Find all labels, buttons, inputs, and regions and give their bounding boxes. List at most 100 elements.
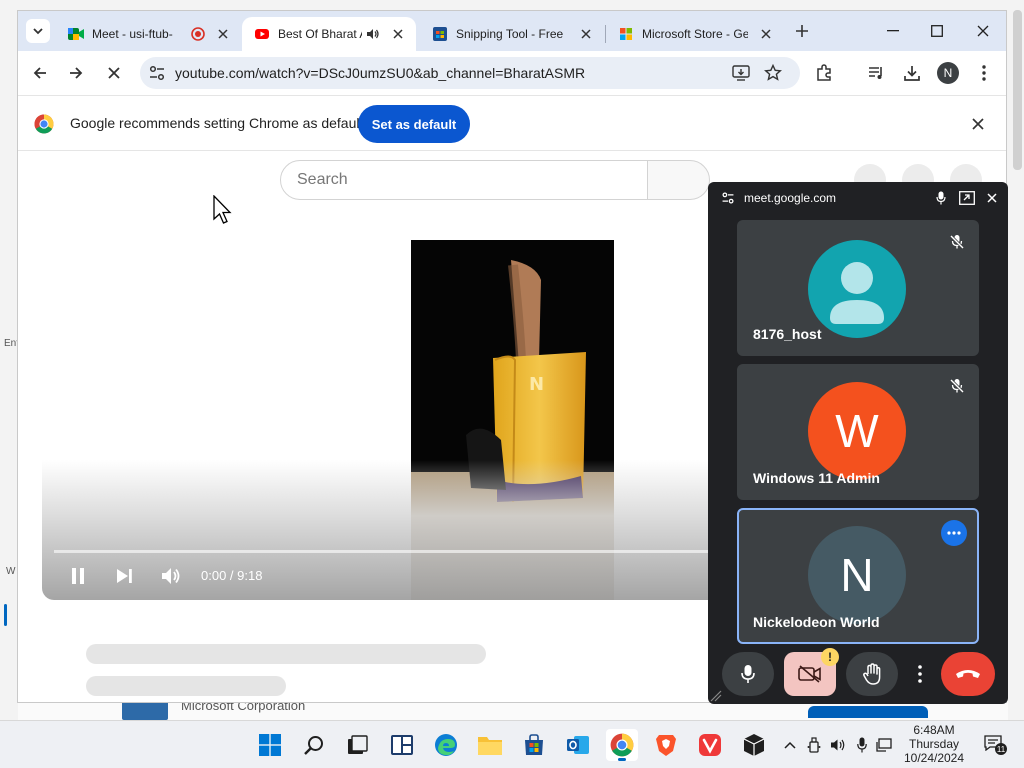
arrow-left-icon [33, 67, 46, 79]
chrome-logo-icon [34, 114, 54, 134]
bookmark-star-icon[interactable] [764, 64, 782, 82]
speaker-icon[interactable] [366, 27, 380, 41]
chrome-menu-button[interactable] [970, 59, 998, 87]
close-window-button[interactable] [968, 19, 998, 43]
start-button[interactable] [254, 729, 286, 761]
tab-meet[interactable]: Meet - usi-ftub- [56, 17, 241, 51]
end-call-button[interactable] [941, 652, 995, 696]
outlook-button[interactable] [562, 729, 594, 761]
minimize-icon [887, 30, 899, 32]
widgets-button[interactable] [386, 729, 418, 761]
tab-search-button[interactable] [26, 19, 50, 43]
close-tab-button[interactable] [576, 24, 596, 44]
tab-microsoft-store[interactable]: Microsoft Store - Ge [606, 17, 784, 51]
puzzle-icon [817, 64, 831, 81]
profile-avatar: N [937, 62, 959, 84]
volume-button[interactable] [157, 562, 185, 590]
file-explorer-button[interactable] [474, 729, 506, 761]
close-icon[interactable] [984, 190, 1000, 206]
extensions-button[interactable] [810, 59, 838, 87]
chevron-up-icon[interactable] [782, 737, 798, 753]
close-icon [977, 25, 989, 37]
resize-handle-icon[interactable] [710, 690, 722, 702]
install-app-icon[interactable] [732, 64, 750, 82]
search-button[interactable] [647, 160, 710, 200]
svg-text:N: N [529, 374, 544, 395]
video-player[interactable]: N 0:00 / 9:18 [42, 240, 712, 600]
tab-snipping-tool[interactable]: Snipping Tool - Free [420, 17, 604, 51]
search-input[interactable]: Search [280, 160, 648, 200]
downloads-button[interactable] [898, 59, 926, 87]
set-as-default-button[interactable]: Set as default [358, 105, 470, 143]
maximize-button[interactable] [922, 19, 952, 43]
participant-tile[interactable]: 8176_host [737, 220, 979, 356]
participant-tile[interactable]: N Nickelodeon World [737, 508, 979, 644]
phone-hangup-icon [956, 670, 980, 678]
speaker-icon[interactable] [830, 737, 846, 753]
notification-center-button[interactable]: 11 [984, 735, 1007, 755]
new-tab-button[interactable] [790, 19, 814, 43]
progress-bar[interactable] [54, 550, 712, 553]
minimize-button[interactable] [878, 19, 908, 43]
brave-icon [656, 735, 676, 756]
site-info-icon[interactable] [148, 64, 166, 82]
camera-off-icon [798, 665, 821, 683]
task-view-icon [348, 735, 368, 754]
queue-music-icon [869, 67, 882, 79]
desktop-hint-text: W [6, 566, 16, 577]
raise-hand-button[interactable] [846, 652, 898, 696]
forward-button[interactable] [62, 59, 90, 87]
search-placeholder: Search [297, 171, 348, 188]
plus-icon [796, 25, 808, 37]
desktop-scrollbar[interactable] [1013, 10, 1022, 170]
microsoft-store-button[interactable] [518, 729, 550, 761]
profile-button[interactable]: N [934, 59, 962, 87]
vivaldi-taskbar-button[interactable] [694, 729, 726, 761]
close-tab-button[interactable] [213, 24, 233, 44]
microsoft-store-icon [432, 26, 448, 42]
tab-title: Best Of Bharat A [278, 27, 362, 41]
package-app-button[interactable] [738, 729, 770, 761]
system-clock[interactable]: 6:48AM Thursday 10/24/2024 [898, 723, 970, 765]
infobar-message: Google recommends setting Chrome as defa… [70, 115, 364, 131]
usb-device-icon[interactable] [806, 737, 822, 753]
meet-pip-window: meet.google.com 8176_host W Windows 11 A… [708, 182, 1008, 704]
task-view-button[interactable] [342, 729, 374, 761]
tab-youtube[interactable]: Best Of Bharat A [242, 17, 416, 51]
arrow-right-icon [70, 67, 83, 79]
back-to-tab-icon[interactable] [959, 190, 975, 206]
store-get-button[interactable] [808, 706, 928, 718]
close-tab-button[interactable] [388, 24, 408, 44]
infobar-close-button[interactable] [968, 114, 988, 134]
media-controls-button[interactable] [862, 59, 890, 87]
microphone-toggle-button[interactable] [722, 652, 774, 696]
back-button[interactable] [26, 59, 54, 87]
next-button[interactable] [110, 562, 138, 590]
stop-loading-button[interactable] [100, 59, 128, 87]
browser-toolbar: youtube.com/watch?v=DScJ0umzSU0&ab_chann… [18, 51, 1006, 95]
close-icon [972, 118, 984, 130]
participant-options-button[interactable] [941, 520, 967, 546]
mic-off-icon [949, 234, 965, 250]
pause-button[interactable] [64, 562, 92, 590]
tab-title: Snipping Tool - Free [456, 27, 564, 41]
microphone-icon[interactable] [854, 737, 870, 753]
microphone-icon[interactable] [933, 190, 949, 206]
desktop-selection-bar [4, 604, 7, 626]
active-app-indicator [618, 758, 626, 761]
address-bar[interactable]: youtube.com/watch?v=DScJ0umzSU0&ab_chann… [140, 57, 800, 89]
camera-warning-badge: ! [821, 648, 839, 666]
close-tab-button[interactable] [756, 24, 776, 44]
more-options-button[interactable] [908, 652, 932, 696]
site-info-icon[interactable] [720, 190, 736, 206]
participant-tile[interactable]: W Windows 11 Admin [737, 364, 979, 500]
microsoft-icon [618, 26, 634, 42]
volume-icon [162, 568, 180, 584]
search-button[interactable] [298, 729, 330, 761]
network-icon[interactable] [876, 737, 892, 753]
chrome-taskbar-button[interactable] [606, 729, 638, 761]
maximize-icon [931, 25, 943, 37]
brave-taskbar-button[interactable] [650, 729, 682, 761]
edge-taskbar-button[interactable] [430, 729, 462, 761]
google-meet-icon [68, 26, 84, 42]
